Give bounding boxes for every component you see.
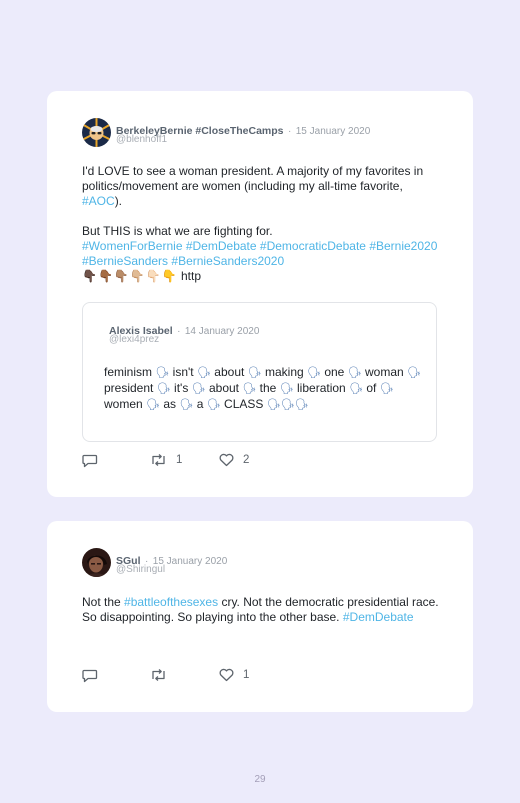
speaking-head-icon: 🗣 <box>280 399 295 411</box>
quoted-author-handle[interactable]: @lexi4prez <box>109 334 159 345</box>
quoted-word: women <box>104 397 143 411</box>
tweet-text: Not the #battleofthesexes cry. Not the d… <box>82 595 439 624</box>
hashtag-link[interactable]: #BernieSanders <box>82 254 168 268</box>
speaking-head-icon: 🗣 <box>247 367 262 379</box>
quoted-word: it's <box>174 381 189 395</box>
quoted-word: a <box>196 397 204 411</box>
tweet-date[interactable]: 15 January 2020 <box>296 126 371 137</box>
tweet-text: I'd LOVE to see a woman president. A maj… <box>82 164 442 284</box>
quoted-word: the <box>259 381 277 395</box>
speaking-head-icon: 🗣 <box>196 367 211 379</box>
hashtag-link[interactable]: #DemDebate <box>186 239 257 253</box>
retweet-button[interactable]: 1 <box>150 453 182 467</box>
quoted-word: of <box>366 381 377 395</box>
speaking-head-icon: 🗣 <box>191 383 206 395</box>
hashtag-link[interactable]: #AOC <box>82 194 115 208</box>
quoted-tweet[interactable]: Alexis Isabel · 14 January 2020 @lexi4pr… <box>82 302 437 442</box>
hashtag-link[interactable]: #WomenForBernie <box>82 239 183 253</box>
retweet-button[interactable] <box>150 668 167 682</box>
avatar[interactable] <box>82 118 111 147</box>
speaking-head-icon: 🗣 <box>307 367 321 379</box>
hashtag-link[interactable]: #DemDebate <box>343 610 414 624</box>
reply-button[interactable] <box>82 668 98 683</box>
hashtag-link[interactable]: #battleofthesexes <box>124 595 218 609</box>
separator-dot: · <box>177 326 181 337</box>
separator-dot: · <box>287 126 292 137</box>
quoted-text: feminism 🗣 isn't 🗣 about 🗣 making 🗣 one … <box>104 365 424 413</box>
heart-icon <box>219 668 234 682</box>
tweet-paragraph: I'd LOVE to see a woman president. A maj… <box>82 164 424 208</box>
page-number: 29 <box>254 774 266 785</box>
avatar-portrait-icon <box>82 548 111 577</box>
quoted-word: as <box>163 397 177 411</box>
avatar[interactable] <box>82 548 111 577</box>
reply-icon <box>82 454 98 468</box>
tweet-card: SGul · 15 January 2020 @Shiringul Not th… <box>47 521 473 712</box>
like-count: 2 <box>243 454 250 466</box>
like-count: 1 <box>243 669 250 681</box>
speaking-head-icon: 🗣 <box>349 383 364 395</box>
hashtag-link[interactable]: #Bernie2020 <box>369 239 437 253</box>
tweet-actions: 1 <box>82 668 382 684</box>
quoted-word: one <box>324 365 345 379</box>
tweet-link[interactable]: http <box>181 269 201 283</box>
quoted-date: 14 January 2020 <box>184 326 260 337</box>
retweet-icon <box>152 454 165 466</box>
speaking-head-icon: 🗣 <box>242 383 257 395</box>
speaking-head-icon: 🗣 <box>206 399 221 411</box>
speaking-head-icon: 🗣 <box>279 383 294 395</box>
reply-icon <box>82 669 98 683</box>
retweet-count: 1 <box>176 454 183 466</box>
quoted-word: feminism <box>104 365 153 379</box>
quoted-word: woman <box>365 365 404 379</box>
hashtag-link[interactable]: #DemocraticDebate <box>260 239 366 253</box>
speaking-head-icon: 🗣 <box>266 399 281 411</box>
quoted-word: liberation <box>297 381 346 395</box>
tweet-paragraph: But THIS is what we are fighting for. <box>82 224 273 238</box>
speaking-head-icon: 🗣 <box>156 383 171 395</box>
quoted-word: about <box>214 365 245 379</box>
speaking-head-icon: 🗣 <box>179 399 194 411</box>
quoted-word: making <box>264 365 304 379</box>
heart-icon <box>219 453 234 467</box>
like-button[interactable]: 1 <box>219 668 249 682</box>
speaking-head-icon: 🗣 <box>294 399 309 411</box>
quoted-word: isn't <box>172 365 194 379</box>
pointing-down-hands-icon: 👇🏿👇🏾👇🏽👇🏼👇🏻👇 <box>82 269 178 283</box>
reply-button[interactable] <box>82 453 98 468</box>
avatar-bernie-icon <box>82 118 111 147</box>
speaking-head-icon: 🗣 <box>146 399 160 411</box>
hashtag-list: #WomenForBernie #DemDebate #DemocraticDe… <box>82 239 442 269</box>
speaking-head-icon: 🗣 <box>155 367 170 379</box>
quoted-word: about <box>208 381 240 395</box>
speaking-head-icon: 🗣 <box>407 367 422 379</box>
author-handle[interactable]: @Shiringul <box>116 564 165 575</box>
quoted-word: CLASS <box>224 397 264 411</box>
retweet-icon <box>152 669 165 681</box>
tweet-actions: 1 2 <box>82 453 382 469</box>
author-handle[interactable]: @blenhoff1 <box>116 134 167 145</box>
speaking-head-icon: 🗣 <box>379 383 394 395</box>
hashtag-link[interactable]: #BernieSanders2020 <box>171 254 284 268</box>
speaking-head-icon: 🗣 <box>347 367 362 379</box>
tweet-card: BerkeleyBernie #CloseTheCamps · 15 Janua… <box>47 91 473 497</box>
like-button[interactable]: 2 <box>219 453 249 467</box>
quoted-word: president <box>104 381 154 395</box>
